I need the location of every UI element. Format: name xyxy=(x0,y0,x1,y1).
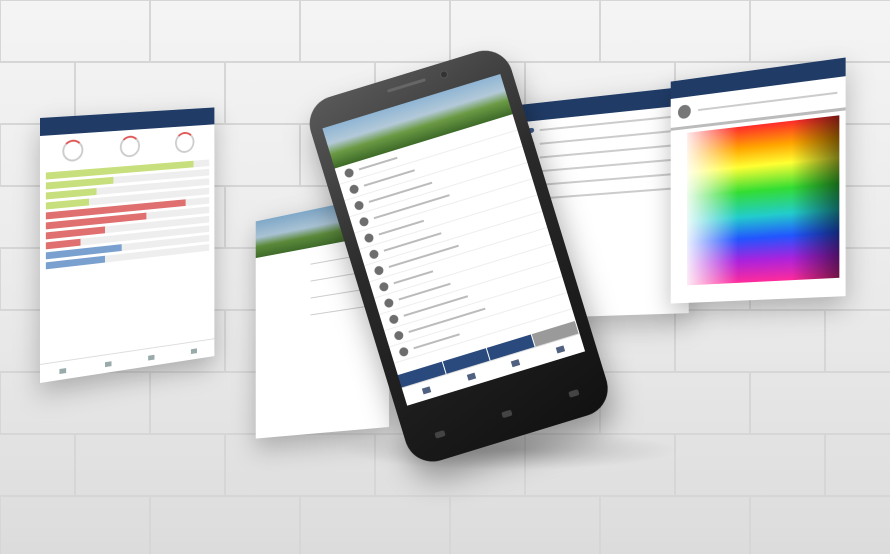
stat-bars xyxy=(40,159,214,270)
tab-icon[interactable] xyxy=(148,354,154,360)
contact-avatar-icon xyxy=(373,264,384,275)
contact-avatar-icon xyxy=(348,183,359,194)
back-button-icon[interactable] xyxy=(434,430,445,439)
stats-screen xyxy=(40,107,214,383)
front-camera xyxy=(439,69,449,79)
color-picker-screen xyxy=(671,57,846,303)
phone-body xyxy=(303,44,615,469)
tab-icon[interactable] xyxy=(105,361,112,367)
nav-icon[interactable] xyxy=(511,359,520,367)
phone-display xyxy=(322,74,585,406)
stat-bar-fill xyxy=(46,199,89,210)
tab-icon[interactable] xyxy=(60,368,67,374)
progress-circle xyxy=(63,139,84,162)
contact-avatar-icon xyxy=(378,281,389,292)
product-mockup-scene xyxy=(0,0,890,554)
recents-button-icon[interactable] xyxy=(568,389,579,398)
contact-avatar-icon xyxy=(368,248,379,259)
color-spectrum[interactable] xyxy=(687,115,839,285)
nav-icon[interactable] xyxy=(467,373,476,381)
progress-circle xyxy=(175,131,194,153)
contact-avatar-icon xyxy=(398,346,409,357)
contact-avatar-icon xyxy=(393,329,404,340)
profile-name-line xyxy=(698,92,837,111)
tab-icon[interactable] xyxy=(191,348,197,354)
contact-avatar-icon xyxy=(343,167,354,178)
avatar xyxy=(678,104,691,119)
contact-avatar-icon xyxy=(363,232,374,243)
contact-avatar-icon xyxy=(358,216,369,227)
contact-avatar-icon xyxy=(383,297,394,308)
contact-avatar-icon xyxy=(388,313,399,324)
contact-avatar-icon xyxy=(353,199,364,210)
speaker-grille xyxy=(387,78,426,93)
nav-icon[interactable] xyxy=(422,386,431,394)
home-button-icon[interactable] xyxy=(501,410,512,419)
nav-icon[interactable] xyxy=(555,345,564,353)
stat-bar-fill xyxy=(46,239,80,250)
progress-circle xyxy=(120,135,140,158)
